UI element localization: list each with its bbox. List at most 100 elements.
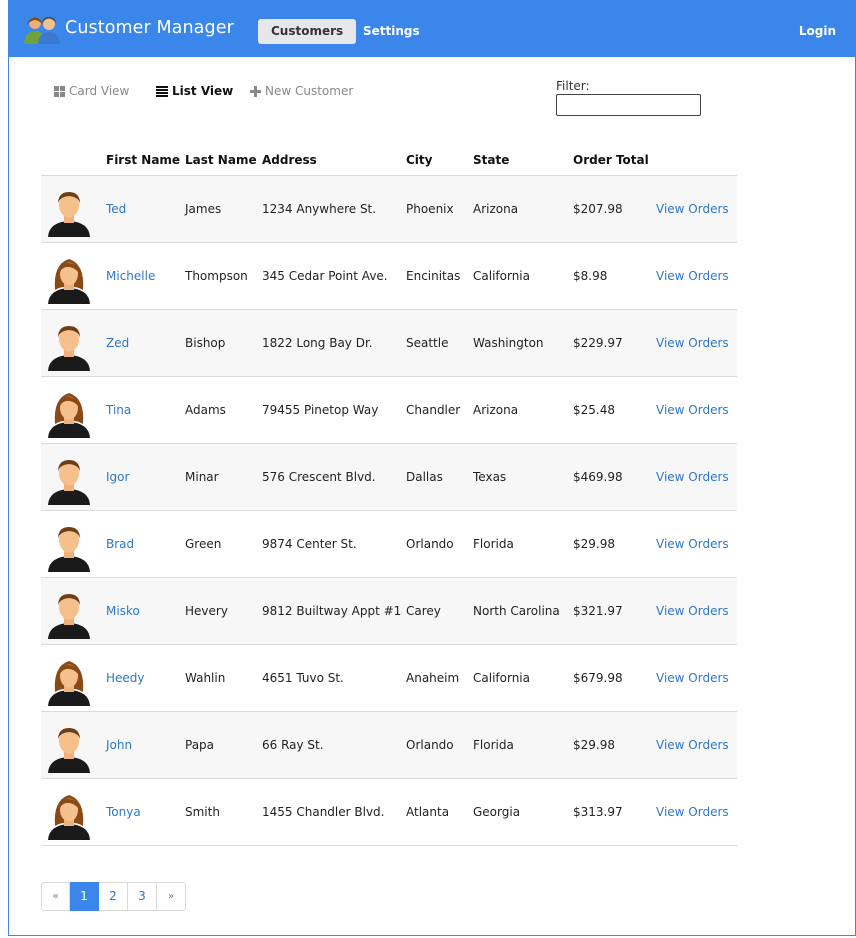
customer-address: 9812 Builtway Appt #1 — [262, 604, 402, 618]
tab-customers[interactable]: Customers — [258, 19, 357, 44]
customer-city: Atlanta — [406, 805, 450, 819]
customer-city: Seattle — [406, 336, 449, 350]
customer-order-total: $29.98 — [573, 537, 615, 551]
customer-city: Encinitas — [406, 269, 461, 283]
header-order-total[interactable]: Order Total — [573, 153, 649, 167]
customer-order-total: $25.48 — [573, 403, 615, 417]
next-page-button[interactable]: » — [157, 882, 186, 911]
grid-icon — [54, 85, 65, 97]
customer-city: Orlando — [406, 738, 454, 752]
customer-first-name-link[interactable]: Heedy — [106, 671, 145, 685]
customer-state: California — [473, 671, 530, 685]
customer-state: Arizona — [473, 202, 519, 216]
customer-last-name: James — [185, 202, 222, 216]
customer-first-name-link[interactable]: Zed — [106, 336, 129, 350]
customer-first-name-link[interactable]: Ted — [106, 202, 126, 216]
card-view-button[interactable]: Card View — [54, 84, 129, 98]
card-view-label: Card View — [69, 84, 130, 98]
navbar: Customer Manager Customers Settings Logi… — [8, 0, 856, 57]
customer-order-total: $229.97 — [573, 336, 623, 350]
view-orders-link[interactable]: View Orders — [656, 269, 729, 283]
header-address[interactable]: Address — [262, 153, 317, 167]
table-header: First Name Last Name Address City State … — [41, 149, 737, 176]
male-avatar-icon — [46, 457, 92, 505]
customer-first-name-link[interactable]: Brad — [106, 537, 134, 551]
customer-order-total: $207.98 — [573, 202, 623, 216]
table-row: Heedy Wahlin 4651 Tuvo St. Anaheim Californi… — [41, 645, 737, 712]
customer-address: 345 Cedar Point Ave. — [262, 269, 388, 283]
customer-order-total: $313.97 — [573, 805, 623, 819]
customer-first-name-link[interactable]: John — [106, 738, 132, 752]
customer-address: 1822 Long Bay Dr. — [262, 336, 373, 350]
customer-address: 1455 Chandler Blvd. — [262, 805, 385, 819]
customer-order-total: $8.98 — [573, 269, 608, 283]
customer-city: Carey — [406, 604, 441, 618]
customer-first-name-link[interactable]: Igor — [106, 470, 129, 484]
customer-last-name: Wahlin — [185, 671, 226, 685]
customer-state: Florida — [473, 537, 514, 551]
customer-order-total: $469.98 — [573, 470, 623, 484]
female-avatar-icon — [46, 658, 92, 706]
new-customer-button[interactable]: New Customer — [250, 84, 353, 98]
view-orders-link[interactable]: View Orders — [656, 470, 729, 484]
male-avatar-icon — [46, 591, 92, 639]
list-view-button[interactable]: List View — [156, 84, 233, 98]
customer-state: Florida — [473, 738, 514, 752]
customer-last-name: Hevery — [185, 604, 228, 618]
customer-address: 66 Ray St. — [262, 738, 324, 752]
male-avatar-icon — [46, 725, 92, 773]
table-row: Misko Hevery 9812 Builtway Appt #1 Carey Nor… — [41, 578, 737, 645]
customer-address: 576 Crescent Blvd. — [262, 470, 376, 484]
plus-icon — [250, 85, 261, 97]
customer-state: California — [473, 269, 530, 283]
view-orders-link[interactable]: View Orders — [656, 403, 729, 417]
view-orders-link[interactable]: View Orders — [656, 537, 729, 551]
customer-city: Dallas — [406, 470, 443, 484]
customer-first-name-link[interactable]: Tonya — [106, 805, 141, 819]
customer-address: 1234 Anywhere St. — [262, 202, 377, 216]
list-view-label: List View — [172, 84, 234, 98]
header-first-name[interactable]: First Name — [106, 153, 180, 167]
page-button-1[interactable]: 1 — [70, 882, 99, 911]
page-button-2[interactable]: 2 — [99, 882, 128, 911]
male-avatar-icon — [46, 524, 92, 572]
new-customer-label: New Customer — [265, 84, 354, 98]
view-orders-link[interactable]: View Orders — [656, 336, 729, 350]
view-orders-link[interactable]: View Orders — [656, 604, 729, 618]
customer-first-name-link[interactable]: Misko — [106, 604, 140, 618]
tab-settings[interactable]: Settings — [350, 19, 433, 44]
list-icon — [156, 85, 168, 97]
header-last-name[interactable]: Last Name — [185, 153, 257, 167]
filter-input[interactable] — [556, 94, 701, 116]
page-button-3[interactable]: 3 — [128, 882, 157, 911]
view-orders-link[interactable]: View Orders — [656, 671, 729, 685]
view-orders-link[interactable]: View Orders — [656, 202, 729, 216]
customer-first-name-link[interactable]: Michelle — [106, 269, 155, 283]
customers-table: First Name Last Name Address City State … — [41, 149, 737, 846]
table-row: Igor Minar 576 Crescent Blvd. Dallas Texas $4… — [41, 444, 737, 511]
login-link[interactable]: Login — [799, 24, 836, 38]
table-body: Ted James 1234 Anywhere St. Phoenix Arizona $… — [41, 176, 737, 846]
male-avatar-icon — [46, 189, 92, 237]
prev-page-button[interactable]: « — [41, 882, 70, 911]
customer-first-name-link[interactable]: Tina — [106, 403, 131, 417]
customer-last-name: Bishop — [185, 336, 226, 350]
customer-city: Phoenix — [406, 202, 454, 216]
customer-address: 9874 Center St. — [262, 537, 357, 551]
customer-order-total: $29.98 — [573, 738, 615, 752]
table-row: Ted James 1234 Anywhere St. Phoenix Arizona $… — [41, 176, 737, 243]
customer-order-total: $321.97 — [573, 604, 623, 618]
filter-label: Filter: — [556, 79, 590, 93]
table-row: Tina Adams 79455 Pinetop Way Chandler Arizon… — [41, 377, 737, 444]
customer-order-total: $679.98 — [573, 671, 623, 685]
app-title[interactable]: Customer Manager — [65, 18, 234, 38]
customer-address: 79455 Pinetop Way — [262, 403, 379, 417]
customer-city: Chandler — [406, 403, 461, 417]
header-state[interactable]: State — [473, 153, 509, 167]
view-orders-link[interactable]: View Orders — [656, 738, 729, 752]
view-orders-link[interactable]: View Orders — [656, 805, 729, 819]
table-row: Tonya Smith 1455 Chandler Blvd. Atlanta Geor… — [41, 779, 737, 846]
header-city[interactable]: City — [406, 153, 432, 167]
customer-state: Arizona — [473, 403, 519, 417]
customer-state: North Carolina — [473, 604, 560, 618]
